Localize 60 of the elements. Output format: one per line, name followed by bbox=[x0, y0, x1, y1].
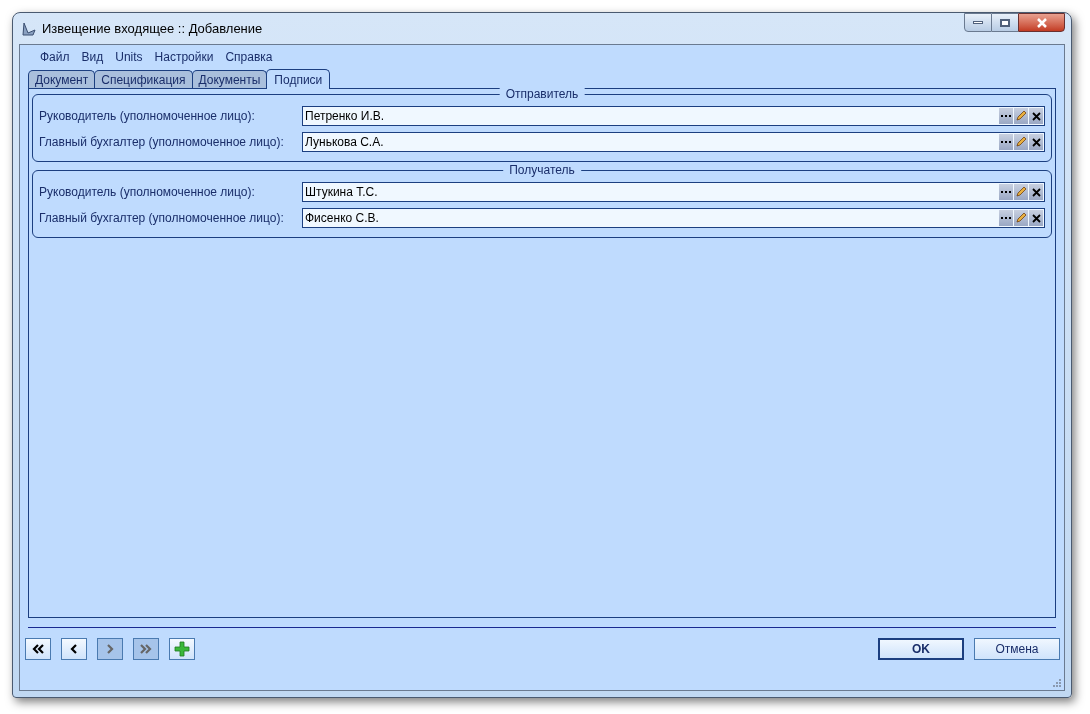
previous-button[interactable] bbox=[61, 638, 87, 660]
pencil-icon bbox=[1015, 212, 1027, 224]
pencil-icon bbox=[1015, 136, 1027, 148]
pencil-icon bbox=[1015, 110, 1027, 122]
group-title: Отправитель bbox=[499, 87, 585, 101]
tab[interactable]: Документы bbox=[191, 70, 268, 88]
dialog-button[interactable]: Отмена bbox=[974, 638, 1060, 660]
edit-button[interactable] bbox=[1014, 108, 1028, 124]
minimize-button[interactable] bbox=[964, 13, 992, 32]
clear-button[interactable] bbox=[1029, 210, 1043, 226]
browse-button[interactable] bbox=[999, 184, 1013, 200]
add-button[interactable] bbox=[169, 638, 195, 660]
left-chevron-icon bbox=[68, 643, 80, 655]
field-label: Руководитель (уполномоченное лицо): bbox=[39, 108, 256, 125]
browse-button[interactable] bbox=[999, 134, 1013, 150]
close-icon bbox=[1031, 213, 1041, 223]
menu-item[interactable]: Units bbox=[109, 47, 149, 67]
close-icon bbox=[1031, 137, 1041, 147]
clear-button[interactable] bbox=[1029, 134, 1043, 150]
right-chevron-icon bbox=[104, 643, 116, 655]
field-value: Лунькова С.А. bbox=[304, 134, 385, 151]
resize-grip-icon bbox=[1052, 678, 1062, 688]
input-field[interactable]: Лунькова С.А. bbox=[302, 132, 1045, 152]
input-field[interactable]: Петренко И.В. bbox=[302, 106, 1045, 126]
field-value: Петренко И.В. bbox=[304, 108, 386, 125]
field-label: Главный бухгалтер (уполномоченное лицо): bbox=[39, 210, 285, 227]
close-button[interactable] bbox=[1018, 13, 1065, 32]
field-label: Руководитель (уполномоченное лицо): bbox=[39, 184, 256, 201]
close-icon bbox=[1035, 17, 1048, 28]
menu-item[interactable]: Файл bbox=[34, 47, 76, 67]
pencil-icon bbox=[1015, 186, 1027, 198]
close-icon bbox=[1031, 111, 1041, 121]
field-value: Фисенко С.В. bbox=[304, 210, 380, 227]
input-field[interactable]: Штукина Т.С. bbox=[302, 182, 1045, 202]
first-button[interactable] bbox=[25, 638, 51, 660]
tab[interactable]: Спецификация bbox=[94, 70, 193, 88]
field-label: Главный бухгалтер (уполномоченное лицо): bbox=[39, 134, 285, 151]
menu-item[interactable]: Вид bbox=[75, 47, 110, 67]
clear-button[interactable] bbox=[1029, 184, 1043, 200]
double-left-chevron-icon bbox=[32, 643, 44, 655]
clear-button[interactable] bbox=[1029, 108, 1043, 124]
browse-button[interactable] bbox=[999, 108, 1013, 124]
plus-icon bbox=[174, 641, 190, 657]
field-value: Штукина Т.С. bbox=[304, 184, 379, 201]
edit-button[interactable] bbox=[1014, 210, 1028, 226]
close-icon bbox=[1031, 187, 1041, 197]
tab[interactable]: Подписи bbox=[266, 69, 331, 89]
edit-button[interactable] bbox=[1014, 184, 1028, 200]
menu-item[interactable]: Настройки bbox=[148, 47, 220, 67]
app-icon bbox=[21, 20, 37, 37]
menu-item[interactable]: Справка bbox=[219, 47, 279, 67]
group-title: Получатель bbox=[503, 163, 581, 177]
window-title: Извещение входящее :: Добавление bbox=[42, 19, 263, 38]
dialog-button[interactable]: OK bbox=[878, 638, 964, 660]
tab[interactable]: Документ bbox=[28, 70, 96, 88]
double-right-chevron-icon bbox=[140, 643, 152, 655]
browse-button[interactable] bbox=[999, 210, 1013, 226]
maximize-button[interactable] bbox=[992, 13, 1018, 32]
input-field[interactable]: Фисенко С.В. bbox=[302, 208, 1045, 228]
edit-button[interactable] bbox=[1014, 134, 1028, 150]
